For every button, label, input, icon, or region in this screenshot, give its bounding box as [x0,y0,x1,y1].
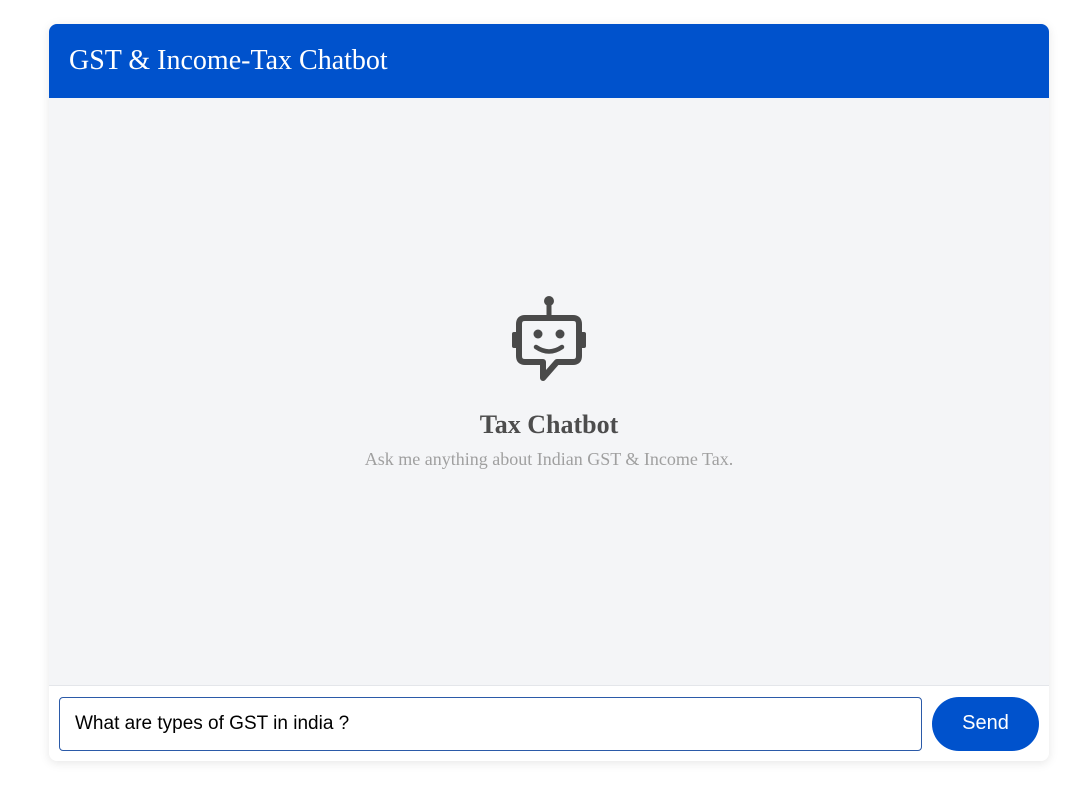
chat-header: GST & Income-Tax Chatbot [49,24,1049,98]
robot-chat-icon [512,296,586,381]
chat-window: GST & Income-Tax Chatbot Tax Chatbot Ask… [49,24,1049,761]
empty-state-subtitle: Ask me anything about Indian GST & Incom… [364,449,734,469]
empty-state-title: Tax Chatbot [479,410,619,439]
message-input[interactable] [59,696,922,751]
app-title: GST & Income-Tax Chatbot [69,45,388,76]
empty-state: Tax Chatbot Ask me anything about Indian… [49,294,1049,470]
chat-messages-area[interactable]: Tax Chatbot Ask me anything about Indian… [49,98,1049,685]
composer-bar: Send [49,685,1049,761]
send-button[interactable]: Send [932,696,1039,751]
